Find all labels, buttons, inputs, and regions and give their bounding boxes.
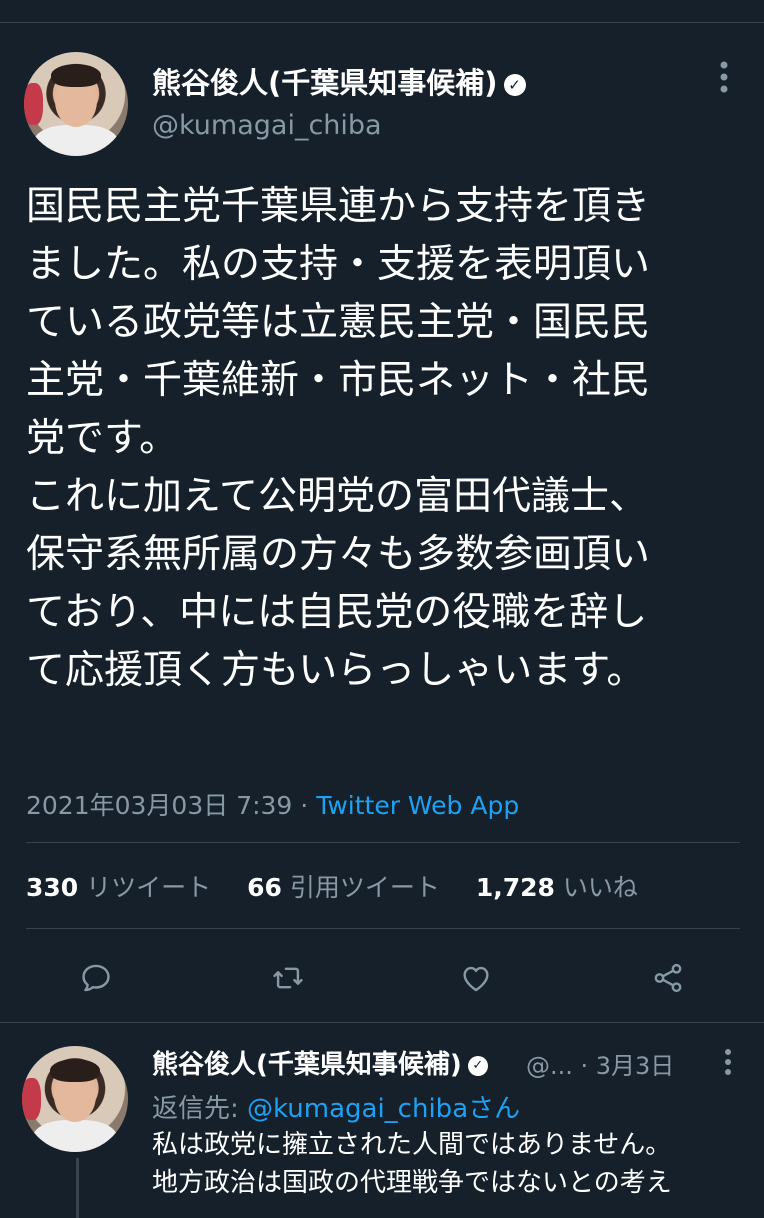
quotes-count: 66 [247, 873, 282, 902]
thread-line [76, 1158, 79, 1218]
author-handle[interactable]: @kumagai_chiba [152, 110, 382, 141]
likes-label: いいね [562, 873, 638, 902]
reply-handle-time[interactable]: @... · 3月3日 [526, 1046, 674, 1081]
quotes-stat[interactable]: 66 引用ツイート [247, 873, 440, 902]
tweet-meta: 2021年03月03日 7:39 · Twitter Web App [26, 786, 519, 822]
top-border [0, 22, 764, 23]
reply-to-line: 返信先: @kumagai_chibaさん [152, 1088, 520, 1125]
like-button[interactable] [448, 950, 504, 1006]
retweet-icon [273, 967, 303, 989]
more-icon[interactable] [712, 60, 737, 94]
tweet-text-line: 党です。 [26, 416, 179, 461]
tweet-text-line: ている政党等は立憲民主党・国民民 [26, 300, 651, 345]
more-icon[interactable] [716, 1048, 741, 1076]
author-name-row[interactable]: 熊谷俊人(千葉県知事候補) ✓ [152, 60, 526, 102]
tweet-source-link[interactable]: Twitter Web App [316, 791, 519, 820]
quotes-label: 引用ツイート [289, 873, 440, 902]
divider [26, 928, 740, 929]
reply-text: 私は政党に擁立された人間ではありません。 地方政治は国政の代理戦争ではないとの考… [152, 1126, 752, 1202]
share-icon [654, 963, 682, 993]
divider [26, 842, 740, 843]
likes-count: 1,728 [475, 873, 555, 902]
tweet-text-line: これに加えて公明党の富田代議士、 [26, 474, 649, 519]
tweet-timestamp[interactable]: 2021年03月03日 7:39 · [26, 791, 316, 820]
share-button[interactable] [640, 950, 696, 1006]
like-icon [463, 966, 489, 992]
retweet-button[interactable] [260, 950, 316, 1006]
tweet-text: 国民民主党千葉県連から支持を頂き ました。私の支持・支援を表明頂い ている政党等… [26, 178, 726, 700]
tweet-text-line: ており、中には自民党の役職を辞し [26, 590, 648, 635]
tweet-text-line: 国民民主党千葉県連から支持を頂き [26, 184, 651, 229]
retweets-count: 330 [26, 873, 79, 902]
tweet-text-line: ました。私の支持・支援を表明頂い [26, 242, 651, 287]
likes-stat[interactable]: 1,728 いいね [476, 873, 638, 902]
retweets-stat[interactable]: 330 リツイート [26, 873, 211, 902]
reply-button[interactable] [68, 950, 124, 1006]
reply-author-name[interactable]: 熊谷俊人(千葉県知事候補) [152, 1050, 462, 1080]
tweet-text-line: 保守系無所属の方々も多数参画頂い [26, 532, 651, 577]
reply-icon [82, 964, 110, 992]
reply-author-name-row[interactable]: 熊谷俊人(千葉県知事候補) ✓ [152, 1044, 488, 1081]
tweet-actions [0, 950, 764, 1006]
author-name[interactable]: 熊谷俊人(千葉県知事候補) [152, 66, 498, 100]
reply-to-handle-link[interactable]: @kumagai_chibaさん [247, 1094, 520, 1124]
tweet-text-line: て応援頂く方もいらっしゃいます。 [26, 648, 646, 693]
reply-text-line: 地方政治は国政の代理戦争ではないとの考え [152, 1168, 672, 1198]
author-avatar[interactable] [24, 52, 128, 156]
reply-to-prefix: 返信先: [152, 1094, 248, 1124]
thread-separator [0, 1022, 764, 1023]
retweets-label: リツイート [86, 873, 212, 902]
reply-author-avatar[interactable] [22, 1046, 128, 1152]
verified-icon: ✓ [503, 74, 526, 96]
tweet-text-line: 主党・千葉維新・市民ネット・社民 [26, 358, 651, 403]
tweet-stats: 330 リツイート 66 引用ツイート 1,728 いいね [26, 868, 666, 904]
verified-icon: ✓ [467, 1055, 488, 1076]
reply-text-line: 私は政党に擁立された人間ではありません。 [152, 1130, 672, 1160]
